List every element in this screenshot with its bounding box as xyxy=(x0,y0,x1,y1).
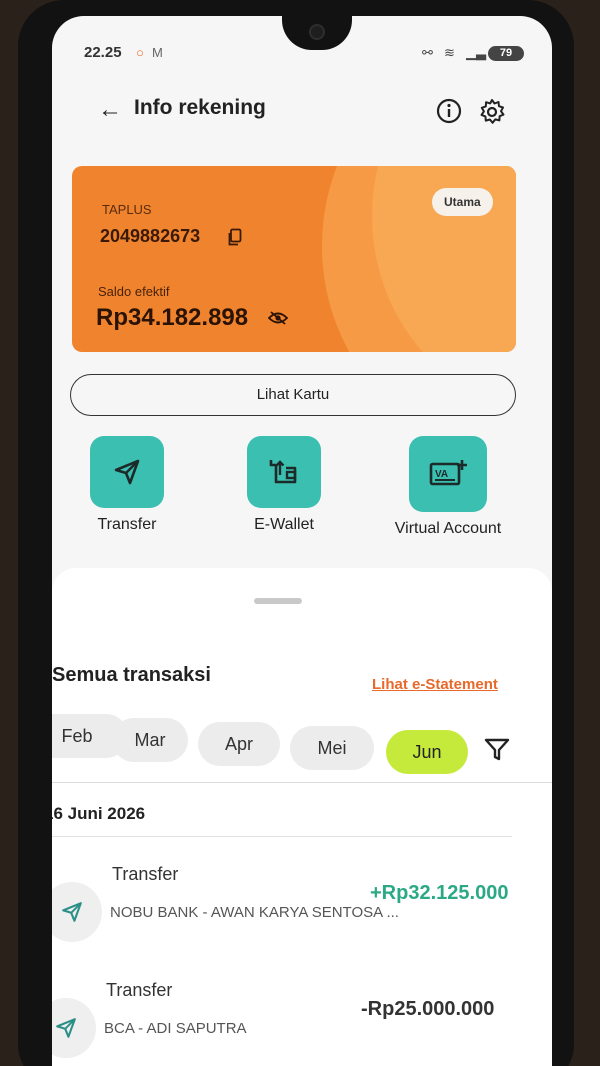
divider xyxy=(52,836,512,837)
key-icon: ⚯ xyxy=(422,45,433,60)
quick-action-label: E-Wallet xyxy=(254,516,314,533)
transaction-amount: -Rp25.000.000 xyxy=(361,998,495,1020)
send-icon xyxy=(56,1018,76,1038)
send-icon xyxy=(114,459,140,485)
info-icon[interactable] xyxy=(436,98,462,129)
transaction-description: NOBU BANK - AWAN KARYA SENTOSA ... xyxy=(110,904,399,921)
battery-indicator: 79 xyxy=(488,46,524,61)
svg-text:VA: VA xyxy=(435,469,448,480)
divider xyxy=(52,782,552,783)
account-card: Utama TAPLUS 2049882673 Saldo efektif Rp… xyxy=(72,166,516,352)
transaction-row[interactable]: Transfer NOBU BANK - AWAN KARYA SENTOSA … xyxy=(52,864,542,944)
account-type: TAPLUS xyxy=(102,202,152,217)
filter-icon[interactable] xyxy=(484,738,510,767)
wallet-icon xyxy=(269,460,297,484)
front-camera xyxy=(309,24,325,40)
send-icon xyxy=(62,902,82,922)
transaction-icon-circle xyxy=(52,998,96,1058)
month-chip-mar[interactable]: Mar xyxy=(112,718,188,762)
account-number: 2049882673 xyxy=(100,226,201,246)
balance-label: Saldo efektif xyxy=(98,284,170,299)
month-chip-jun[interactable]: Jun xyxy=(386,730,468,774)
status-bar: 22.25 ○ M ⚯ ≋ ▁▃ 79 xyxy=(52,44,552,66)
status-time: 22.25 xyxy=(84,44,122,61)
date-group-heading: 16 Juni 2026 xyxy=(52,804,146,823)
app-screen: 22.25 ○ M ⚯ ≋ ▁▃ 79 ← Info rekening Utam… xyxy=(52,16,552,1066)
signal-icon: ▁▃ xyxy=(466,45,486,60)
notification-icon: ○ xyxy=(136,45,144,60)
settings-gear-icon[interactable] xyxy=(478,98,506,131)
transactions-heading: Semua transaksi xyxy=(52,664,211,686)
mail-icon: M xyxy=(152,45,163,60)
month-chip-apr[interactable]: Apr xyxy=(198,722,280,766)
copy-icon[interactable] xyxy=(228,228,242,251)
transaction-title: Transfer xyxy=(106,980,173,1000)
ewallet-tile[interactable] xyxy=(247,436,321,508)
month-chip-mei[interactable]: Mei xyxy=(290,726,374,770)
virtual-account-tile[interactable]: VA xyxy=(409,436,487,512)
balance-amount: Rp34.182.898 xyxy=(96,304,249,331)
view-card-button[interactable]: Lihat Kartu xyxy=(70,374,516,416)
quick-action-ewallet[interactable]: E-Wallet xyxy=(219,436,349,534)
transaction-title: Transfer xyxy=(112,864,179,884)
page-title: Info rekening xyxy=(134,96,266,119)
wifi-icon: ≋ xyxy=(444,45,455,60)
phone-frame: 22.25 ○ M ⚯ ≋ ▁▃ 79 ← Info rekening Utam… xyxy=(18,0,574,1066)
primary-account-badge: Utama xyxy=(432,188,493,216)
top-bar: ← Info rekening xyxy=(52,92,552,132)
e-statement-link[interactable]: Lihat e-Statement xyxy=(372,676,498,693)
transactions-sheet: Semua transaksi Lihat e-Statement Feb Ma… xyxy=(52,568,552,1066)
quick-action-label: Transfer xyxy=(97,516,157,533)
quick-action-label: Virtual Account xyxy=(394,520,502,537)
transfer-tile[interactable] xyxy=(90,436,164,508)
back-arrow-icon[interactable]: ← xyxy=(98,96,122,124)
transaction-icon-circle xyxy=(52,882,102,942)
transaction-row[interactable]: Transfer BCA - ADI SAPUTRA -Rp25.000.000 xyxy=(52,980,536,1060)
quick-action-transfer[interactable]: Transfer xyxy=(62,436,192,534)
quick-action-virtual-account[interactable]: VA Virtual Account xyxy=(378,436,518,538)
transaction-description: BCA - ADI SAPUTRA xyxy=(104,1020,247,1037)
virtual-account-icon: VA xyxy=(429,460,467,486)
transaction-amount: +Rp32.125.000 xyxy=(370,882,509,904)
hide-balance-eye-icon[interactable] xyxy=(267,311,289,330)
sheet-drag-handle[interactable] xyxy=(254,598,302,604)
